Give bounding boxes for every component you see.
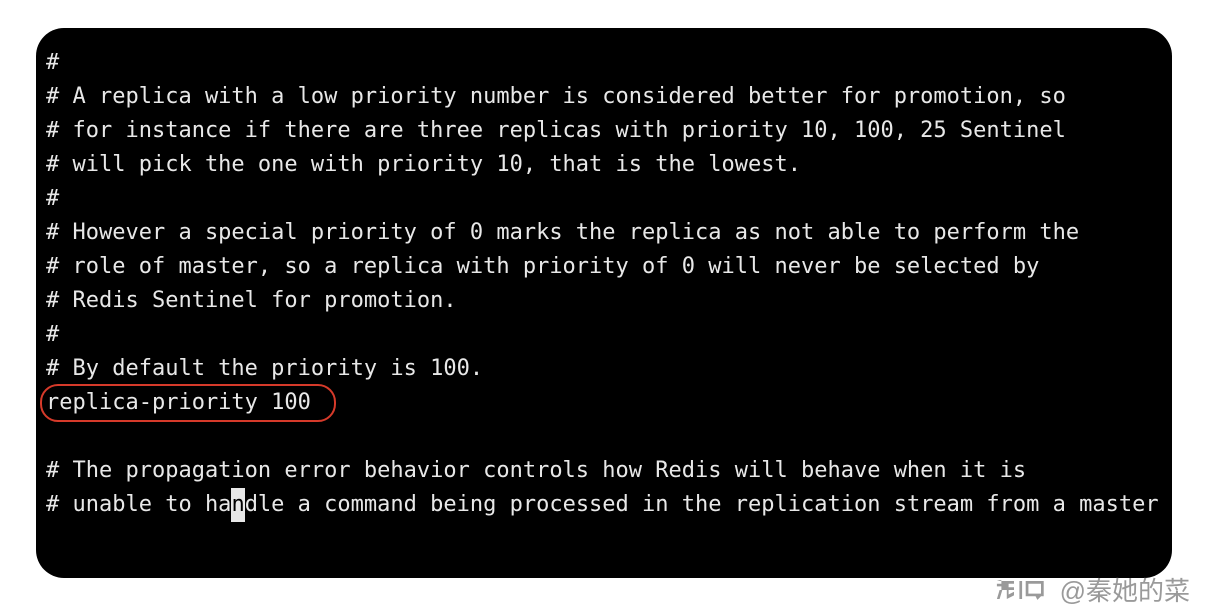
- comment-line: # However a special priority of 0 marks …: [46, 220, 1079, 245]
- config-key-value: replica-priority 100: [46, 390, 311, 415]
- config-text: # # A replica with a low priority number…: [46, 46, 1162, 522]
- watermark: @秦她的菜: [996, 571, 1190, 608]
- comment-line: # will pick the one with priority 10, th…: [46, 152, 801, 177]
- zhihu-logo-icon: [996, 578, 1050, 602]
- watermark-author: @秦她的菜: [1060, 571, 1190, 608]
- comment-line: # By default the priority is 100.: [46, 356, 483, 381]
- comment-line: #: [46, 50, 59, 75]
- comment-line: # Redis Sentinel for promotion.: [46, 288, 457, 313]
- terminal-window: # # A replica with a low priority number…: [36, 28, 1172, 578]
- comment-line: #: [46, 322, 59, 347]
- comment-line: # for instance if there are three replic…: [46, 118, 1066, 143]
- comment-line: # A replica with a low priority number i…: [46, 84, 1066, 109]
- config-setting-line: replica-priority 100: [46, 386, 311, 420]
- text-cursor: n: [231, 488, 244, 522]
- comment-line: # role of master, so a replica with prio…: [46, 254, 1039, 279]
- comment-tail-post: dle a command being processed in the rep…: [245, 492, 1159, 517]
- comment-line: #: [46, 186, 59, 211]
